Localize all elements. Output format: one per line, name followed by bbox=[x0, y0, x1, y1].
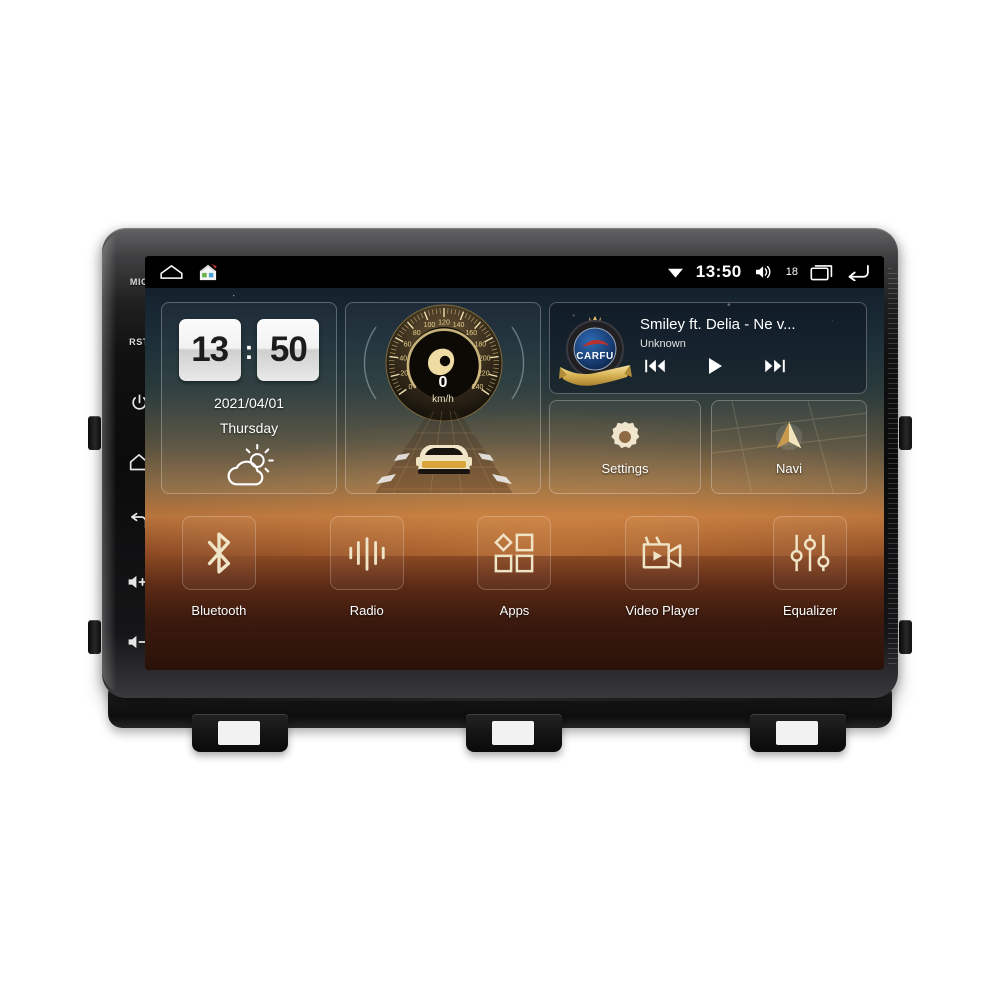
next-icon bbox=[765, 359, 785, 373]
side-clip-left-top bbox=[88, 416, 101, 450]
gauge-tick-label: 140 bbox=[453, 322, 465, 329]
play-button[interactable] bbox=[706, 357, 724, 380]
navi-tile[interactable]: Navi bbox=[711, 400, 867, 494]
side-clip-right-bottom bbox=[899, 620, 912, 654]
track-info: Smiley ft. Delia - Ne v... Unknown bbox=[634, 316, 860, 380]
wifi-icon bbox=[667, 268, 683, 278]
status-bar: 13:50 18 bbox=[145, 256, 884, 288]
prev-icon bbox=[645, 359, 665, 373]
media-controls bbox=[640, 357, 860, 380]
equalizer-icon-box bbox=[773, 516, 848, 590]
home-outline-icon[interactable] bbox=[159, 264, 184, 280]
equalizer-tile[interactable]: Equalizer bbox=[736, 502, 884, 670]
video-icon-box bbox=[625, 516, 700, 590]
radio-waveform-icon bbox=[349, 537, 385, 571]
clock-date: 2021/04/01 bbox=[213, 395, 285, 411]
bluetooth-icon bbox=[207, 532, 230, 574]
bluetooth-label: Bluetooth bbox=[191, 603, 247, 618]
track-title: Smiley ft. Delia - Ne v... bbox=[640, 316, 796, 333]
app-dock: Bluetooth Radio Apps Video Player Equali… bbox=[145, 502, 884, 670]
bezel-vent-ribs bbox=[888, 268, 898, 668]
radio-label: Radio bbox=[349, 603, 384, 618]
gauge-tick-label: 80 bbox=[413, 330, 421, 337]
status-bar-right: 13:50 18 bbox=[667, 262, 870, 282]
clock-weekday: Thursday bbox=[219, 420, 279, 436]
side-clip-right-top bbox=[899, 416, 912, 450]
apps-grid-icon bbox=[494, 533, 534, 573]
carfu-logo-icon: CARFU bbox=[559, 316, 632, 386]
equalizer-sliders-icon bbox=[790, 534, 830, 572]
road-animation bbox=[346, 411, 540, 493]
speed-unit: km/h bbox=[432, 394, 454, 405]
mount-tab-left bbox=[192, 714, 288, 752]
status-bar-left bbox=[159, 263, 218, 281]
speedometer-gauge: 020406080100 120 140160180200220240 bbox=[363, 304, 525, 422]
mount-tab-right bbox=[750, 714, 846, 752]
apps-icon-box bbox=[477, 516, 552, 590]
mount-tab-center bbox=[466, 714, 562, 752]
gauge-tick-label: 200 bbox=[479, 356, 491, 363]
music-widget[interactable]: CARFU Smiley ft. Delia - Ne v... Unknown bbox=[549, 302, 867, 394]
gauge-tick-label: 100 bbox=[424, 322, 436, 329]
house-app-icon[interactable] bbox=[198, 263, 218, 281]
car-head-unit: MIC RST 13:50 18 13: 50 2021/04/01 Thur… bbox=[88, 228, 912, 752]
previous-track-button[interactable] bbox=[644, 358, 666, 379]
video-player-tile[interactable]: Video Player bbox=[588, 502, 736, 670]
volume-icon bbox=[755, 265, 771, 279]
partly-cloudy-icon bbox=[227, 444, 274, 486]
gauge-tick-label: 60 bbox=[404, 342, 412, 349]
back-icon[interactable] bbox=[845, 264, 870, 281]
status-time: 13:50 bbox=[695, 262, 742, 281]
clock-widget[interactable]: 13 : 50 2021/04/01 Thursday bbox=[161, 302, 337, 494]
side-clip-left-bottom bbox=[88, 620, 101, 654]
navigation-arrow-icon bbox=[775, 421, 803, 450]
flip-clock: 13 : 50 bbox=[162, 319, 336, 381]
road-perspective bbox=[375, 411, 513, 493]
car-graphic bbox=[416, 445, 472, 474]
video-camera-icon bbox=[642, 536, 682, 569]
apps-label: Apps bbox=[499, 603, 530, 618]
home-widget-area: 13 : 50 2021/04/01 Thursday 0 20 40 60 8… bbox=[145, 288, 884, 670]
radio-icon-box bbox=[329, 516, 404, 590]
clock-hours: 13 bbox=[178, 319, 241, 381]
bluetooth-tile[interactable]: Bluetooth bbox=[145, 502, 293, 670]
volume-level: 18 bbox=[785, 266, 798, 278]
settings-label: Settings bbox=[601, 460, 649, 476]
gear-icon bbox=[611, 421, 640, 448]
clock-minutes: 50 bbox=[257, 319, 320, 381]
screenshot-root: MIC RST 13:50 18 13: 50 2021/04/01 Thur… bbox=[0, 0, 1000, 1000]
gauge-tick-label: 160 bbox=[465, 330, 477, 337]
bluetooth-icon-box bbox=[181, 516, 256, 590]
touchscreen-display[interactable]: 13:50 18 13: 50 2021/04/01 Thursday 0 2… bbox=[145, 256, 884, 670]
recents-icon[interactable] bbox=[810, 264, 833, 281]
gauge-area: 0 20 40 60 80 100 120 140 160 180 200 220 240 0 km/h bbox=[346, 303, 540, 422]
track-artist: Unknown bbox=[640, 338, 686, 350]
speed-value: 0 bbox=[438, 374, 448, 391]
album-art-badge: CARFU bbox=[556, 309, 634, 387]
radio-tile[interactable]: Radio bbox=[293, 502, 441, 670]
gauge-tick-label: 180 bbox=[475, 342, 487, 349]
weather-row bbox=[162, 444, 336, 488]
gauge-tick-label: 40 bbox=[399, 356, 407, 363]
gauge-tick-label: 120 bbox=[438, 320, 450, 327]
settings-tile[interactable]: Settings bbox=[549, 400, 701, 494]
apps-tile[interactable]: Apps bbox=[441, 502, 589, 670]
navi-label: Navi bbox=[775, 460, 802, 476]
play-icon bbox=[709, 358, 722, 374]
next-track-button[interactable] bbox=[764, 358, 786, 379]
speedometer-widget[interactable]: 0 20 40 60 80 100 120 140 160 180 200 220 240 0 km/h bbox=[345, 302, 541, 494]
logo-text: CARFU bbox=[576, 351, 614, 362]
equalizer-label: Equalizer bbox=[782, 603, 838, 618]
video-player-label: Video Player bbox=[625, 603, 700, 618]
